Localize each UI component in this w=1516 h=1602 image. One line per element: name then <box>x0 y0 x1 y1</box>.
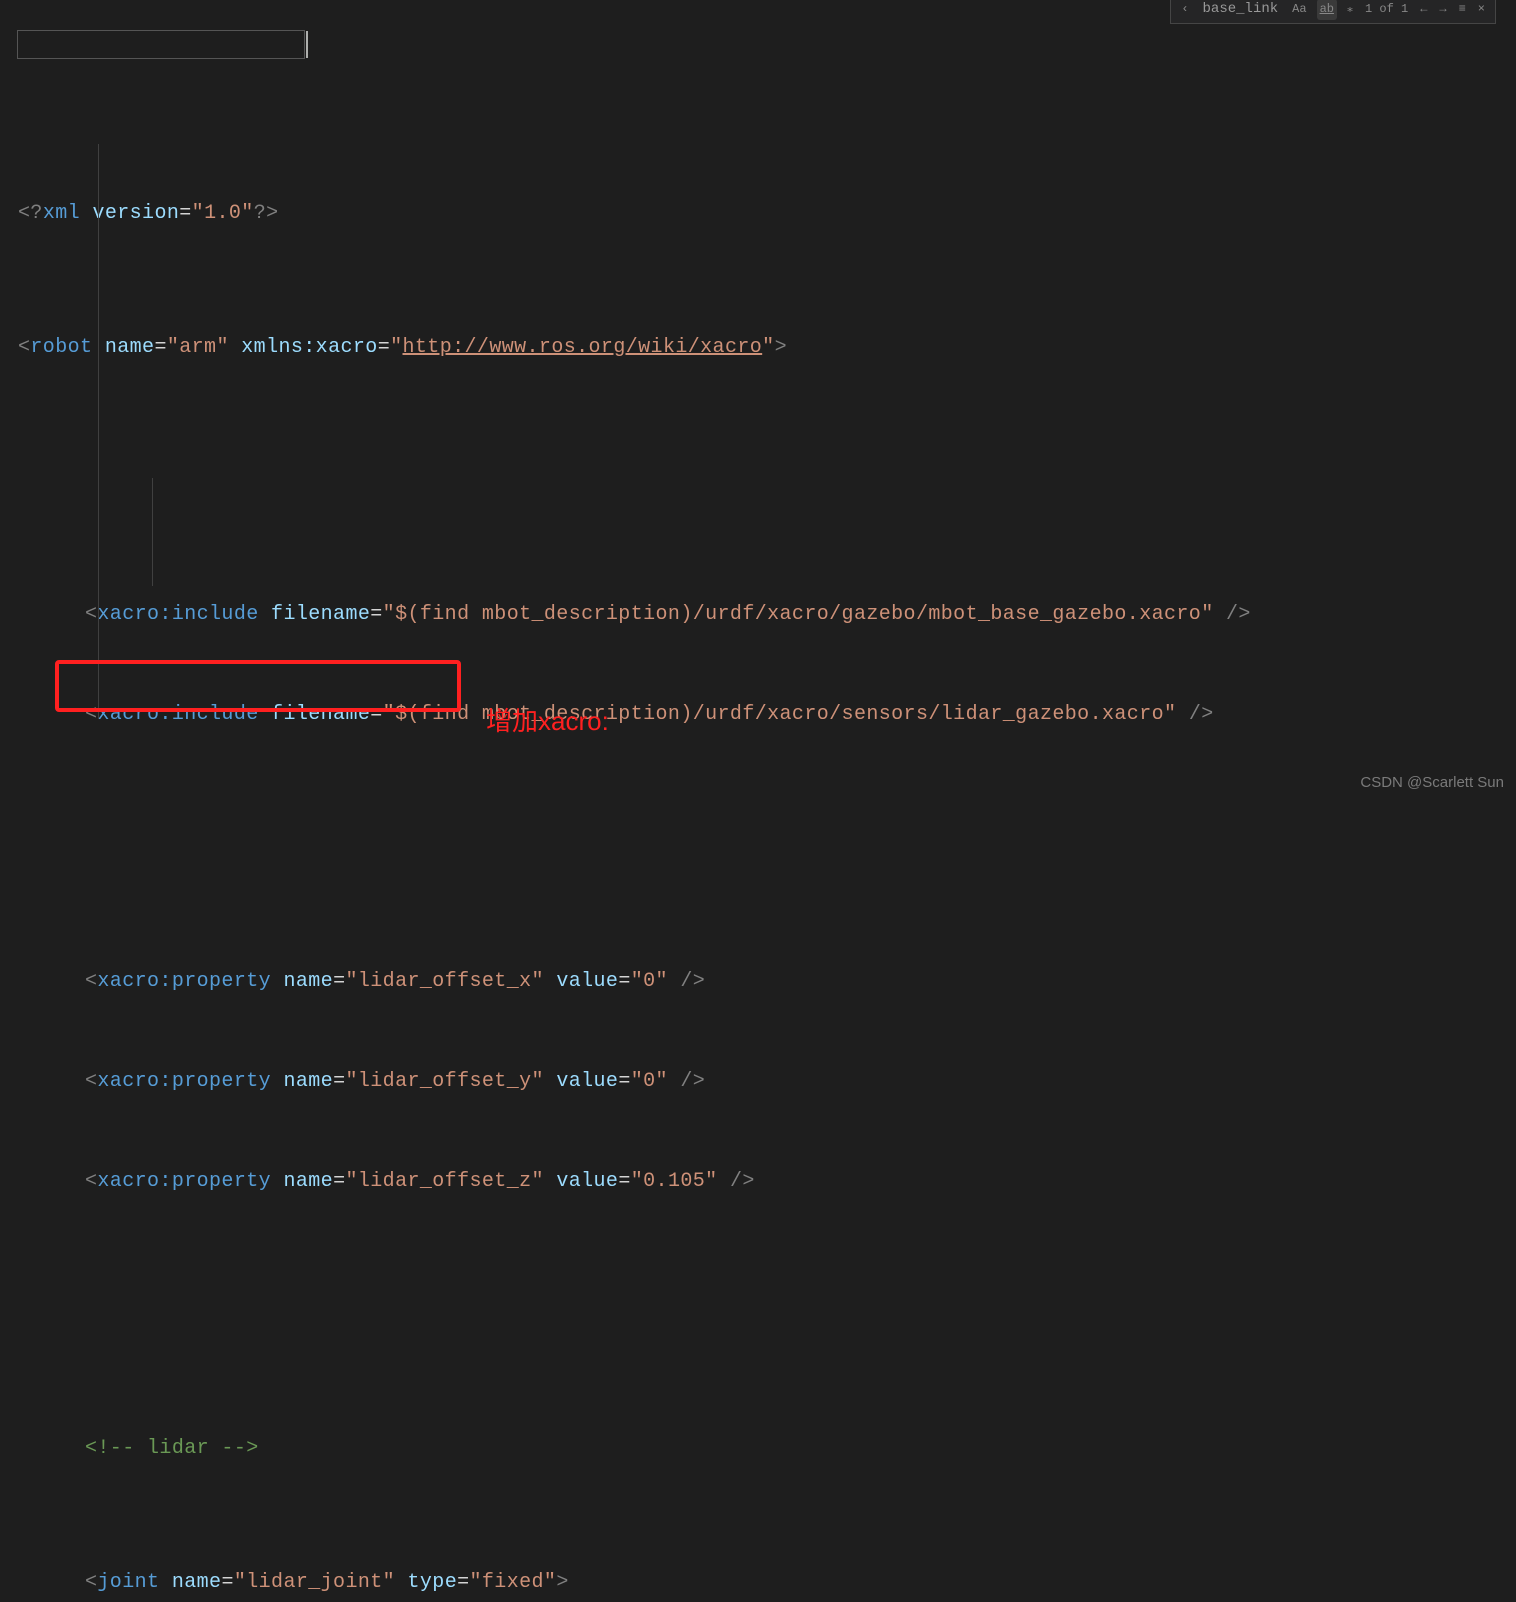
watermark: CSDN @Scarlett Sun <box>1360 770 1504 795</box>
next-match-icon[interactable]: → <box>1437 0 1448 20</box>
match-case-toggle[interactable]: Aa <box>1290 0 1308 20</box>
prev-match-icon[interactable]: ← <box>1418 0 1429 20</box>
match-whole-word-toggle[interactable]: ab <box>1317 0 1337 20</box>
match-count: 1 of 1 <box>1363 0 1410 20</box>
regex-toggle[interactable]: ⁎ <box>1345 0 1355 20</box>
annotation-text: 增加xacro: <box>486 700 609 743</box>
code-line[interactable]: <?xml version="1.0"?> <box>18 197 1516 230</box>
code-line[interactable]: <xacro:property name="lidar_offset_y" va… <box>18 1065 1516 1098</box>
code-line[interactable]: <xacro:property name="lidar_offset_z" va… <box>18 1165 1516 1198</box>
indent-guide <box>152 478 153 586</box>
code-line[interactable] <box>18 464 1516 497</box>
code-line[interactable]: <!-- lidar --> <box>18 1432 1516 1465</box>
code-line[interactable] <box>18 1299 1516 1332</box>
find-menu-icon[interactable]: ≡ <box>1457 0 1468 20</box>
close-find-icon[interactable]: × <box>1476 0 1487 20</box>
find-input[interactable]: base_link <box>1199 0 1283 21</box>
code-line[interactable]: <xacro:include filename="$(find mbot_des… <box>18 598 1516 631</box>
code-line[interactable]: <robot name="arm" xmlns:xacro="http://ww… <box>18 331 1516 364</box>
code-editor[interactable]: <?xml version="1.0"?> <robot name="arm" … <box>18 30 1516 1602</box>
code-line[interactable] <box>18 831 1516 864</box>
find-prev-icon[interactable]: ‹ <box>1179 0 1190 20</box>
indent-guide <box>98 144 99 719</box>
find-widget[interactable]: ‹ base_link Aa ab ⁎ 1 of 1 ← → ≡ × <box>1170 0 1496 24</box>
code-line[interactable]: <joint name="lidar_joint" type="fixed"> <box>18 1566 1516 1599</box>
annotation-box <box>55 660 461 712</box>
code-line[interactable]: <xacro:property name="lidar_offset_x" va… <box>18 965 1516 998</box>
